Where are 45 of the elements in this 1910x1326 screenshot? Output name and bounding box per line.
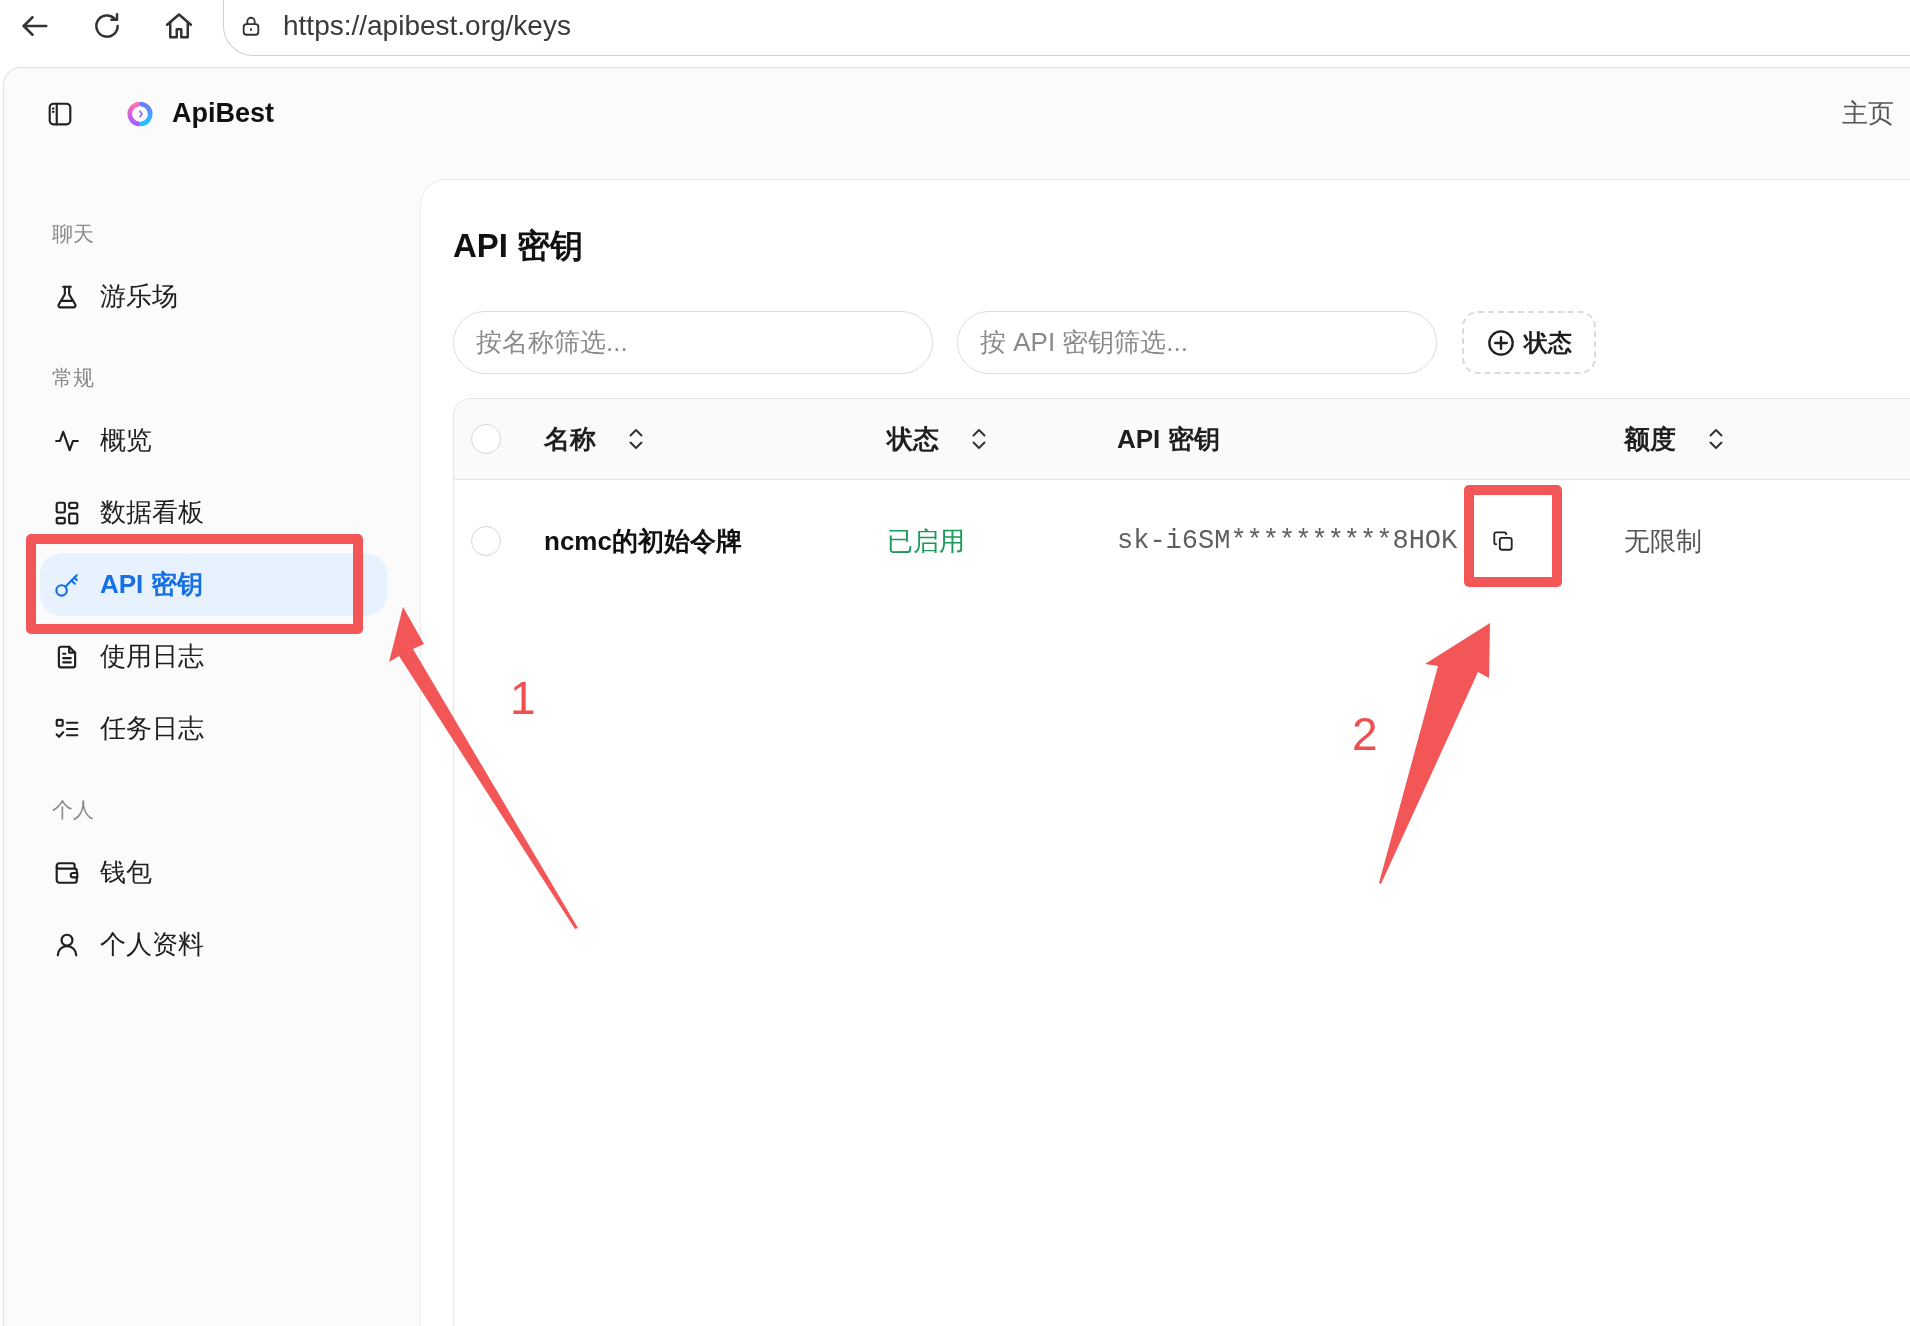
nav-item[interactable]: API 密钥 bbox=[40, 553, 387, 616]
annotation-number: 2 bbox=[1352, 711, 1378, 757]
nav-item[interactable]: 概览 bbox=[40, 420, 387, 461]
quota-text: 无限制 bbox=[1624, 524, 1702, 558]
logo-icon bbox=[127, 100, 153, 127]
column-header[interactable]: 状态 bbox=[887, 421, 987, 457]
select-all-checkbox[interactable] bbox=[471, 424, 501, 454]
page-title: API 密钥 bbox=[453, 226, 585, 266]
sort-icon bbox=[1708, 427, 1724, 451]
row-checkbox[interactable] bbox=[471, 526, 501, 556]
flask-icon bbox=[54, 283, 80, 310]
user-icon bbox=[54, 931, 80, 958]
app-name: ApiBest bbox=[172, 98, 274, 129]
key-name: ncmc的初始令牌 bbox=[544, 524, 742, 558]
sidebar-toggle-icon[interactable] bbox=[47, 100, 73, 127]
sort-icon bbox=[971, 427, 987, 451]
nav-item[interactable]: 钱包 bbox=[40, 852, 387, 893]
column-header[interactable]: 额度 bbox=[1624, 421, 1724, 457]
api-key-text: sk-i6SM**********8HOK bbox=[1117, 526, 1458, 556]
plus-circle-icon bbox=[1486, 328, 1515, 357]
sort-icon bbox=[628, 427, 644, 451]
lock-icon bbox=[240, 14, 262, 37]
nav-item[interactable]: 游乐场 bbox=[40, 276, 387, 317]
status-text: 已启用 bbox=[887, 524, 965, 558]
reload-icon[interactable] bbox=[92, 11, 122, 41]
section-label: 个人 bbox=[52, 796, 94, 823]
wallet-icon bbox=[54, 859, 80, 886]
filter-field[interactable]: 按 API 密钥筛选... bbox=[957, 311, 1437, 374]
nav-item[interactable]: 使用日志 bbox=[40, 636, 387, 677]
section-label: 常规 bbox=[52, 364, 94, 391]
section-label: 聊天 bbox=[52, 220, 94, 247]
column-header[interactable]: 名称 bbox=[544, 421, 644, 457]
nav-item[interactable]: 个人资料 bbox=[40, 924, 387, 965]
filter-field[interactable]: 按名称筛选... bbox=[453, 311, 933, 374]
home-link[interactable]: 主页 bbox=[1842, 96, 1894, 131]
dashboard-icon bbox=[54, 499, 80, 526]
nav-item[interactable]: 任务日志 bbox=[40, 708, 387, 749]
status-filter-button[interactable]: 状态 bbox=[1462, 311, 1596, 374]
copy-icon bbox=[1492, 530, 1515, 552]
column-header: API 密钥 bbox=[1117, 422, 1220, 456]
nav-item[interactable]: 数据看板 bbox=[40, 492, 387, 533]
key-icon bbox=[54, 571, 80, 598]
annotation-number: 1 bbox=[510, 675, 536, 721]
url-field[interactable]: https://apibest.org/keys bbox=[223, 0, 1910, 56]
home-icon[interactable] bbox=[164, 11, 194, 41]
